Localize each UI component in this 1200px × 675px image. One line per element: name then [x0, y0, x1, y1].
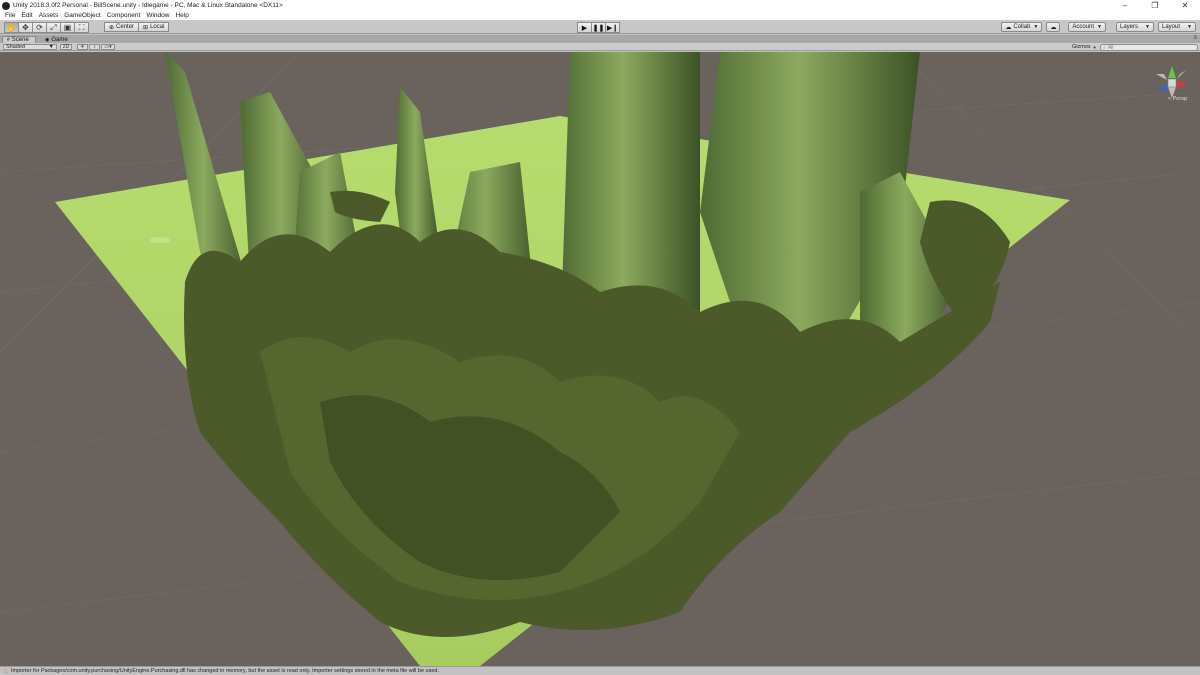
status-message: Importer for Packages/com.unity.purchasi… — [11, 668, 439, 674]
account-label: Account — [1072, 24, 1095, 30]
pause-icon: ❚❚ — [592, 24, 605, 32]
cloud-check-icon: ☁ — [1005, 24, 1012, 31]
warning-icon: ⚠ — [2, 668, 9, 675]
status-bar[interactable]: ⚠ Importer for Packages/com.unity.purcha… — [0, 666, 1200, 675]
toolbar-right: ☁ Collab ▼ ☁ Account ▼ Layers ▼ Layout ▼ — [1001, 22, 1196, 32]
chevron-down-icon: ▼ — [1097, 24, 1102, 30]
hand-tool-button[interactable]: ✋ — [4, 22, 19, 33]
menu-component[interactable]: Component — [104, 12, 144, 19]
rotate-tool-button[interactable]: ⟳ — [32, 22, 47, 33]
rotate-icon: ⟳ — [36, 22, 43, 32]
pivot-controls: ⊕ Center ⊞ Local — [104, 22, 170, 32]
move-icon: ✥ — [22, 22, 29, 32]
audio-toggle[interactable]: ♪ — [89, 44, 100, 50]
space-label: Local — [150, 24, 165, 30]
speaker-icon: ♪ — [93, 44, 96, 50]
layers-label: Layers — [1120, 24, 1139, 30]
unity-logo-icon — [2, 1, 10, 10]
menu-gameobject[interactable]: GameObject — [61, 12, 104, 19]
menu-edit[interactable]: Edit — [18, 12, 35, 19]
scene-view-controls: Shaded ▼ 2D ☀ ♪ ▭▾ Gizmos ▼ ⌕ All — [0, 43, 1200, 51]
cloud-services-button[interactable]: ☁ — [1046, 22, 1061, 32]
rect-tool-button[interactable]: ▣ — [60, 22, 75, 33]
panel-menu-icon[interactable]: ≡ — [1193, 35, 1197, 41]
draw-mode-label: Shaded — [6, 44, 25, 50]
light-icon: ☀ — [80, 44, 85, 50]
view-tab-bar: # Scene ◉ Game ≡ — [0, 35, 1200, 43]
close-button[interactable]: ✕ — [1170, 0, 1200, 11]
scale-tool-button[interactable]: ⤢ — [46, 22, 61, 33]
layout-label: Layout — [1162, 24, 1181, 30]
transform-tool-button[interactable]: ⛶ — [74, 22, 89, 33]
layout-dropdown[interactable]: Layout ▼ — [1158, 22, 1196, 32]
move-tool-button[interactable]: ✥ — [18, 22, 33, 33]
playmode-controls: ▶ ❚❚ ▶❙ — [577, 22, 620, 33]
play-icon: ▶ — [581, 24, 588, 32]
collab-dropdown[interactable]: ☁ Collab ▼ — [1001, 22, 1043, 32]
tab-scene[interactable]: # Scene — [2, 36, 36, 43]
tab-game-label: Game — [51, 36, 68, 43]
menu-help[interactable]: Help — [172, 12, 191, 19]
tab-game[interactable]: ◉ Game — [41, 36, 72, 43]
pivot-icon: ⊕ — [109, 24, 115, 31]
chevron-down-icon: ▼ — [1092, 44, 1097, 50]
play-button[interactable]: ▶ — [577, 22, 592, 33]
pivot-local-toggle[interactable]: ⊞ Local — [138, 22, 170, 32]
search-placeholder: All — [1107, 44, 1114, 51]
scene-viewport[interactable]: < Persp — [0, 52, 1200, 666]
cloud-icon: ☁ — [1050, 24, 1057, 31]
transform-icon: ⛶ — [78, 22, 85, 32]
step-button[interactable]: ▶❙ — [605, 22, 620, 33]
pivot-center-toggle[interactable]: ⊕ Center — [104, 22, 140, 32]
title-bar: Unity 2018.3.0f2 Personal - BillScene.un… — [0, 0, 1200, 11]
menu-assets[interactable]: Assets — [36, 12, 62, 19]
lighting-toggle[interactable]: ☀ — [77, 44, 88, 50]
pivot-label: Center — [116, 24, 135, 30]
game-icon: ◉ — [45, 36, 50, 43]
menu-file[interactable]: File — [2, 12, 18, 19]
image-icon: ▭▾ — [104, 44, 112, 50]
layers-dropdown[interactable]: Layers ▼ — [1116, 22, 1154, 32]
chevron-down-icon: ▼ — [1187, 24, 1192, 30]
scene-render — [0, 52, 1200, 666]
2d-toggle[interactable]: 2D — [60, 44, 72, 50]
search-icon: ⌕ — [1103, 44, 1106, 51]
chevron-down-icon: ▼ — [1033, 24, 1039, 30]
maximize-button[interactable]: ❐ — [1140, 0, 1170, 11]
scene-search-input[interactable]: ⌕ All — [1100, 44, 1198, 51]
minimize-button[interactable]: – — [1110, 0, 1140, 11]
menu-bar: File Edit Assets GameObject Component Wi… — [0, 11, 1200, 20]
window-title: Unity 2018.3.0f2 Personal - BillScene.un… — [13, 2, 283, 9]
unity-editor-window: Unity 2018.3.0f2 Personal - BillScene.un… — [0, 0, 1200, 675]
rect-icon: ▣ — [63, 22, 72, 32]
2d-label: 2D — [62, 44, 70, 50]
account-dropdown[interactable]: Account ▼ — [1068, 22, 1106, 32]
menu-window[interactable]: Window — [143, 12, 172, 19]
main-toolbar: ✋ ✥ ⟳ ⤢ ▣ ⛶ ⊕ Center ⊞ Local ▶ ❚❚ ▶❙ ☁ Coll… — [0, 20, 1200, 34]
step-icon: ▶❙ — [606, 24, 619, 32]
projection-label[interactable]: < Persp — [1168, 96, 1187, 102]
effects-dropdown[interactable]: ▭▾ — [101, 44, 115, 50]
window-controls: – ❐ ✕ — [1110, 0, 1200, 11]
terrain-bump — [150, 237, 170, 243]
chevron-down-icon: ▼ — [48, 44, 54, 50]
chevron-down-icon: ▼ — [1145, 24, 1150, 30]
pause-button[interactable]: ❚❚ — [591, 22, 606, 33]
gizmos-label: Gizmos — [1072, 44, 1091, 50]
local-icon: ⊞ — [143, 24, 149, 31]
transform-tools: ✋ ✥ ⟳ ⤢ ▣ ⛶ — [4, 22, 89, 33]
hand-icon: ✋ — [6, 22, 17, 32]
collab-label: Collab — [1013, 24, 1031, 30]
scale-icon: ⤢ — [50, 22, 57, 32]
gizmos-dropdown[interactable]: Gizmos ▼ — [1072, 44, 1097, 50]
draw-mode-dropdown[interactable]: Shaded ▼ — [3, 44, 57, 50]
